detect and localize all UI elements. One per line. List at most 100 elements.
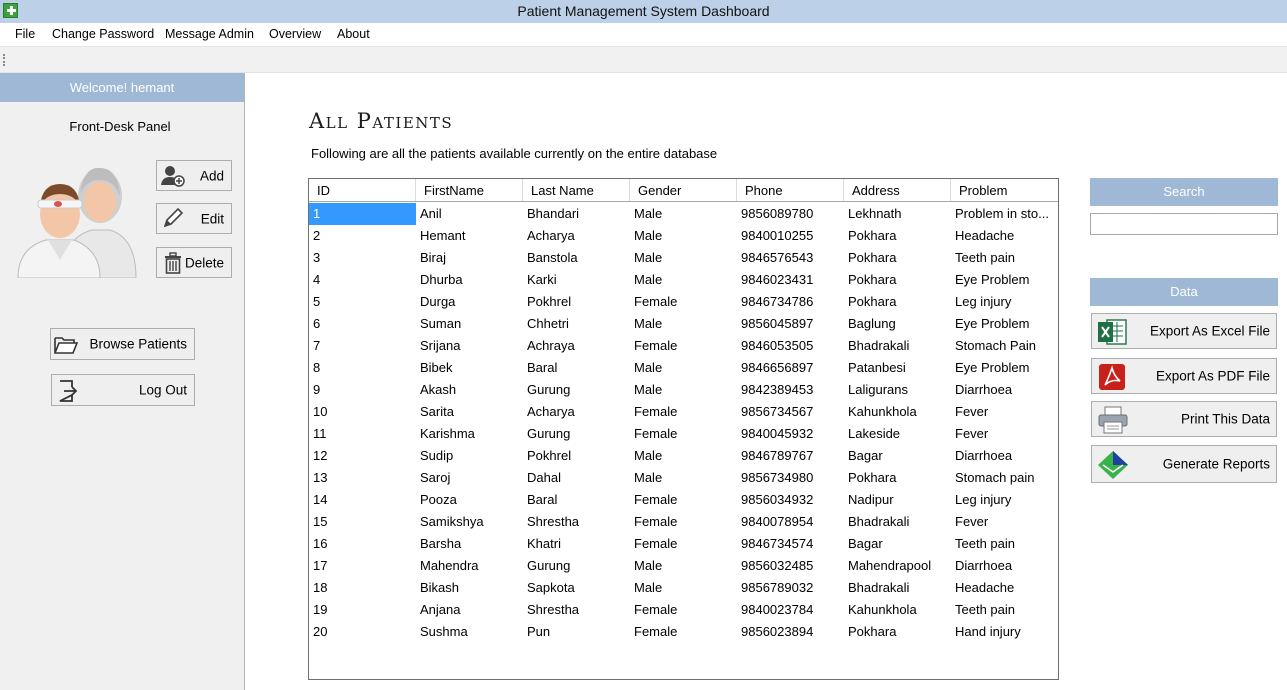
table-row[interactable]: 9 Akash Gurung Male 9842389453 Laligurans Diar… (309, 379, 1058, 401)
cell-problem[interactable]: Hand injury (951, 621, 1058, 643)
cell-address[interactable]: Pokhara (844, 467, 951, 489)
cell-address[interactable]: Lakeside (844, 423, 951, 445)
column-header-lastname[interactable]: Last Name (523, 179, 630, 201)
cell-phone[interactable]: 9856032485 (737, 555, 844, 577)
cell-lastname[interactable]: Banstola (523, 247, 630, 269)
cell-problem[interactable]: Leg injury (951, 489, 1058, 511)
cell-lastname[interactable]: Dahal (523, 467, 630, 489)
cell-firstname[interactable]: Suman (416, 313, 523, 335)
cell-phone[interactable]: 9846053505 (737, 335, 844, 357)
cell-firstname[interactable]: Mahendra (416, 555, 523, 577)
cell-gender[interactable]: Male (630, 247, 737, 269)
cell-address[interactable]: Kahunkhola (844, 401, 951, 423)
table-row[interactable]: 6 Suman Chhetri Male 9856045897 Baglung Eye Pr… (309, 313, 1058, 335)
cell-id[interactable]: 20 (309, 621, 416, 643)
cell-gender[interactable]: Male (630, 225, 737, 247)
cell-lastname[interactable]: Pokhrel (523, 445, 630, 467)
table-row[interactable]: 19 Anjana Shrestha Female 9840023784 Kahunkho… (309, 599, 1058, 621)
cell-firstname[interactable]: Biraj (416, 247, 523, 269)
cell-lastname[interactable]: Gurung (523, 555, 630, 577)
cell-id[interactable]: 19 (309, 599, 416, 621)
cell-id[interactable]: 8 (309, 357, 416, 379)
cell-id[interactable]: 5 (309, 291, 416, 313)
table-row[interactable]: 1 Anil Bhandari Male 9856089780 Lekhnath Probl… (309, 203, 1058, 225)
cell-address[interactable]: Pokhara (844, 621, 951, 643)
cell-phone[interactable]: 9856045897 (737, 313, 844, 335)
cell-phone[interactable]: 9856734980 (737, 467, 844, 489)
cell-id[interactable]: 6 (309, 313, 416, 335)
cell-id[interactable]: 2 (309, 225, 416, 247)
cell-phone[interactable]: 9846023431 (737, 269, 844, 291)
cell-lastname[interactable]: Karki (523, 269, 630, 291)
table-row[interactable]: 7 Srijana Achraya Female 9846053505 Bhadrakal… (309, 335, 1058, 357)
table-row[interactable]: 15 Samikshya Shrestha Female 9840078954 Bhadr… (309, 511, 1058, 533)
table-row[interactable]: 10 Sarita Acharya Female 9856734567 Kahunkhol… (309, 401, 1058, 423)
cell-lastname[interactable]: Bhandari (523, 203, 630, 225)
edit-button[interactable]: Edit (156, 203, 232, 234)
menu-change-password[interactable]: Change Password (52, 27, 154, 41)
menu-file[interactable]: File (15, 27, 35, 41)
column-header-problem[interactable]: Problem (951, 179, 1058, 201)
cell-phone[interactable]: 9840023784 (737, 599, 844, 621)
cell-lastname[interactable]: Acharya (523, 401, 630, 423)
cell-phone[interactable]: 9856023894 (737, 621, 844, 643)
cell-problem[interactable]: Diarrhoea (951, 555, 1058, 577)
cell-address[interactable]: Bhadrakali (844, 511, 951, 533)
cell-phone[interactable]: 9846734786 (737, 291, 844, 313)
cell-address[interactable]: Pokhara (844, 291, 951, 313)
cell-id[interactable]: 9 (309, 379, 416, 401)
table-row[interactable]: 8 Bibek Baral Male 9846656897 Patanbesi Eye Pr… (309, 357, 1058, 379)
log-out-button[interactable]: Log Out (51, 374, 195, 406)
cell-problem[interactable]: Diarrhoea (951, 445, 1058, 467)
cell-phone[interactable]: 9856734567 (737, 401, 844, 423)
cell-gender[interactable]: Female (630, 401, 737, 423)
cell-problem[interactable]: Headache (951, 577, 1058, 599)
cell-problem[interactable]: Headache (951, 225, 1058, 247)
column-header-gender[interactable]: Gender (630, 179, 737, 201)
cell-gender[interactable]: Female (630, 291, 737, 313)
export-excel-button[interactable]: Export As Excel File (1091, 313, 1277, 349)
cell-address[interactable]: Kahunkhola (844, 599, 951, 621)
cell-phone[interactable]: 9856789032 (737, 577, 844, 599)
menu-about[interactable]: About (337, 27, 370, 41)
cell-firstname[interactable]: Bibek (416, 357, 523, 379)
cell-gender[interactable]: Female (630, 511, 737, 533)
cell-phone[interactable]: 9846656897 (737, 357, 844, 379)
cell-lastname[interactable]: Pun (523, 621, 630, 643)
cell-lastname[interactable]: Baral (523, 489, 630, 511)
cell-id[interactable]: 10 (309, 401, 416, 423)
cell-lastname[interactable]: Shrestha (523, 599, 630, 621)
cell-problem[interactable]: Problem in sto... (951, 203, 1058, 225)
cell-address[interactable]: Laligurans (844, 379, 951, 401)
table-row[interactable]: 14 Pooza Baral Female 9856034932 Nadipur Leg i… (309, 489, 1058, 511)
table-row[interactable]: 5 Durga Pokhrel Female 9846734786 Pokhara Leg … (309, 291, 1058, 313)
cell-phone[interactable]: 9840078954 (737, 511, 844, 533)
cell-id[interactable]: 13 (309, 467, 416, 489)
cell-phone[interactable]: 9846576543 (737, 247, 844, 269)
menu-overview[interactable]: Overview (269, 27, 321, 41)
cell-lastname[interactable]: Chhetri (523, 313, 630, 335)
cell-phone[interactable]: 9840045932 (737, 423, 844, 445)
cell-problem[interactable]: Teeth pain (951, 599, 1058, 621)
cell-firstname[interactable]: Anil (416, 203, 523, 225)
cell-gender[interactable]: Male (630, 379, 737, 401)
cell-firstname[interactable]: Hemant (416, 225, 523, 247)
export-pdf-button[interactable]: Export As PDF File (1091, 358, 1277, 394)
cell-problem[interactable]: Eye Problem (951, 269, 1058, 291)
cell-gender[interactable]: Female (630, 423, 737, 445)
column-header-address[interactable]: Address (844, 179, 951, 201)
cell-phone[interactable]: 9842389453 (737, 379, 844, 401)
cell-address[interactable]: Patanbesi (844, 357, 951, 379)
cell-address[interactable]: Bhadrakali (844, 577, 951, 599)
print-button[interactable]: Print This Data (1091, 401, 1277, 437)
column-header-firstname[interactable]: FirstName (416, 179, 523, 201)
cell-gender[interactable]: Female (630, 599, 737, 621)
cell-id[interactable]: 3 (309, 247, 416, 269)
cell-firstname[interactable]: Durga (416, 291, 523, 313)
cell-firstname[interactable]: Samikshya (416, 511, 523, 533)
cell-lastname[interactable]: Achraya (523, 335, 630, 357)
cell-gender[interactable]: Female (630, 335, 737, 357)
cell-id[interactable]: 15 (309, 511, 416, 533)
toolbar-grip[interactable] (3, 54, 5, 66)
table-row[interactable]: 2 Hemant Acharya Male 9840010255 Pokhara Heada… (309, 225, 1058, 247)
